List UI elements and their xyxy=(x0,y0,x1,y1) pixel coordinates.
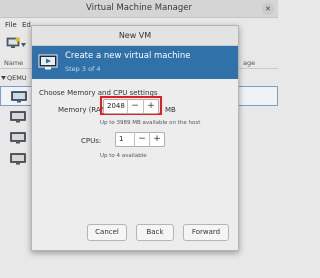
cpus-increment-button[interactable]: + xyxy=(149,132,164,147)
memory-value[interactable]: 2048 xyxy=(107,102,125,110)
banner-title: Create a new virtual machine xyxy=(65,51,191,61)
new-vm-icon xyxy=(38,54,58,70)
new-vm-dialog: New VM Create a new virtual machine Step… xyxy=(31,25,239,251)
memory-unit: MB xyxy=(165,106,176,114)
memory-spinbutton[interactable]: 2048 − + xyxy=(103,99,159,114)
cancel-button[interactable]: Cancel xyxy=(87,224,127,241)
dialog-title: New VM xyxy=(32,26,238,46)
step-indicator: Step 3 of 4 xyxy=(65,65,101,73)
cpus-value[interactable]: 1 xyxy=(119,135,123,143)
cpus-spinbutton[interactable]: 1 − + xyxy=(115,132,165,147)
forward-button[interactable]: Forward xyxy=(183,224,229,241)
cpus-decrement-button[interactable]: − xyxy=(134,132,149,147)
memory-hint: Up to 3989 MB available on the host xyxy=(100,120,201,126)
wizard-banner: Create a new virtual machine Step 3 of 4 xyxy=(32,46,238,79)
cpus-label: CPUs: xyxy=(81,137,102,145)
memory-decrement-button[interactable]: − xyxy=(127,99,142,114)
cpus-hint: Up to 4 available xyxy=(100,153,147,159)
memory-increment-button[interactable]: + xyxy=(143,99,158,114)
back-button[interactable]: Back xyxy=(136,224,174,241)
